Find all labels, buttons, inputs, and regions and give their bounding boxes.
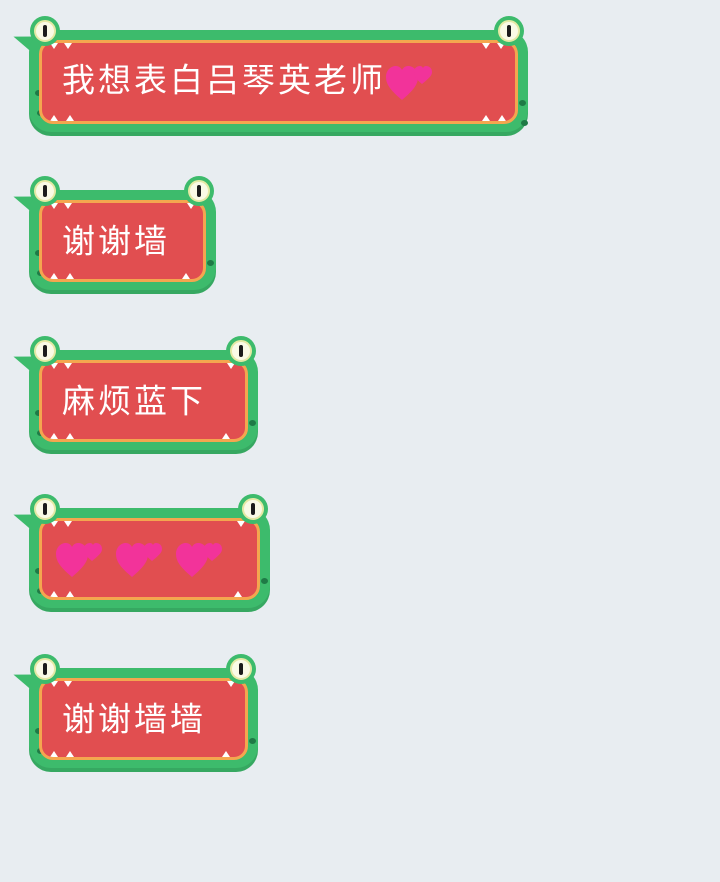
message-text: 谢谢墙	[62, 221, 170, 261]
message-text: 谢谢墙墙	[62, 699, 206, 739]
chat-message-3[interactable]: 麻烦蓝下	[10, 336, 258, 454]
chat-message-5[interactable]: 谢谢墙墙	[10, 654, 258, 772]
frog-bubble: 谢谢墙墙	[29, 668, 258, 772]
two-hearts-icon	[386, 62, 434, 102]
bubble-body: 谢谢墙墙	[39, 678, 248, 760]
chat-message-2[interactable]: 谢谢墙	[10, 176, 216, 294]
frog-eye-left	[30, 494, 60, 524]
two-hearts-icon	[56, 539, 104, 579]
frog-eye-right	[184, 176, 214, 206]
chat-message-4[interactable]	[10, 494, 270, 612]
frog-bubble: 麻烦蓝下	[29, 350, 258, 454]
chat-message-1[interactable]: 我想表白吕琴英老师	[10, 16, 528, 136]
message-text: 我想表白吕琴英老师	[62, 62, 434, 102]
frog-eye-right	[494, 16, 524, 46]
frog-bubble: 谢谢墙	[29, 190, 216, 294]
bubble-body	[39, 518, 260, 600]
frog-eye-right	[238, 494, 268, 524]
frog-eye-left	[30, 16, 60, 46]
message-text: 麻烦蓝下	[62, 381, 206, 421]
frog-eye-right	[226, 336, 256, 366]
message-emojis	[56, 539, 224, 579]
bubble-body: 麻烦蓝下	[39, 360, 248, 442]
bubble-body: 谢谢墙	[39, 200, 206, 282]
frog-eye-right	[226, 654, 256, 684]
frog-eye-left	[30, 336, 60, 366]
frog-bubble	[29, 508, 270, 612]
two-hearts-icon	[176, 539, 224, 579]
frog-bubble: 我想表白吕琴英老师	[29, 30, 528, 136]
bubble-body: 我想表白吕琴英老师	[39, 40, 518, 124]
frog-eye-left	[30, 176, 60, 206]
two-hearts-icon	[116, 539, 164, 579]
frog-eye-left	[30, 654, 60, 684]
